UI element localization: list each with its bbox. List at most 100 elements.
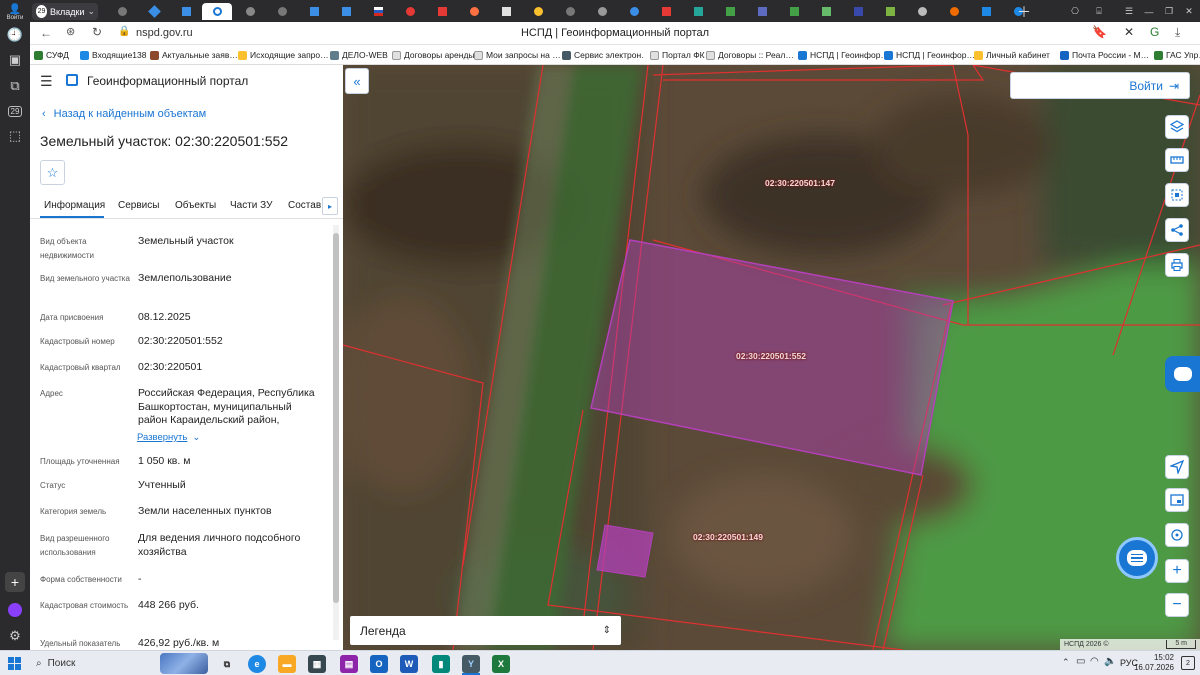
bookmark-item[interactable]: Исходящие запро… xyxy=(238,48,330,62)
geolocation-button[interactable] xyxy=(1165,455,1189,479)
menu-icon[interactable]: ☰ xyxy=(1120,3,1138,20)
explorer-icon[interactable]: ▬ xyxy=(278,655,296,673)
tab-27[interactable] xyxy=(940,3,968,20)
tab-25[interactable] xyxy=(876,3,904,20)
back-link[interactable]: ‹ Назад к найденным объектам xyxy=(42,108,206,120)
address-expand-link[interactable]: Развернуть ⌄ xyxy=(137,432,200,443)
store-icon[interactable]: ▦ xyxy=(308,655,326,673)
parcel-label[interactable]: 02:30:220501:149 xyxy=(693,532,763,542)
bookmark-icon[interactable]: ⬚ xyxy=(5,126,25,146)
map-login-button[interactable]: Войти ⇥ xyxy=(1010,72,1190,99)
tab-12[interactable] xyxy=(460,3,488,20)
bookmark-item[interactable]: Портал ФК xyxy=(650,48,706,62)
tab-18[interactable] xyxy=(652,3,680,20)
downloads-icon[interactable]: ⧉ xyxy=(5,76,25,96)
tab-17[interactable] xyxy=(620,3,648,20)
download-icon[interactable]: ⤓ xyxy=(1175,25,1180,40)
task-view-icon[interactable]: ⧉ xyxy=(218,655,236,673)
tab-13[interactable] xyxy=(492,3,520,20)
history-icon[interactable]: 🕘 xyxy=(5,25,25,45)
settings-icon[interactable]: ⚙ xyxy=(5,626,25,646)
reload-icon[interactable]: ↻ xyxy=(92,25,102,39)
yandex-ext-icon[interactable]: ✕ xyxy=(1124,25,1134,39)
tab-2[interactable] xyxy=(140,3,168,20)
layers-button[interactable] xyxy=(1165,115,1189,139)
scrollbar-thumb[interactable] xyxy=(333,233,339,603)
clock[interactable]: 15:02 16.07.2026 xyxy=(1126,653,1174,673)
tab-22[interactable] xyxy=(780,3,808,20)
tabs-group-button[interactable]: 29 Вкладки ⌄ xyxy=(32,3,98,20)
tab-6[interactable] xyxy=(268,3,296,20)
tab-composition[interactable]: Состав xyxy=(288,200,321,211)
yandex-browser-icon[interactable]: Y xyxy=(462,655,480,673)
chat-side-button[interactable] xyxy=(1165,356,1200,392)
tab-9[interactable] xyxy=(364,3,392,20)
tab-16[interactable] xyxy=(588,3,616,20)
share-button[interactable] xyxy=(1165,218,1189,242)
zoom-in-button[interactable]: + xyxy=(1165,559,1189,583)
bookmark-item[interactable]: Актуальные заяв… xyxy=(150,48,238,62)
tab-7[interactable] xyxy=(300,3,328,20)
tab-28[interactable] xyxy=(972,3,1000,20)
tabs-scroll-right-button[interactable]: ▸ xyxy=(322,197,338,215)
yandex-login-button[interactable]: 👤 Войти xyxy=(5,2,25,22)
tab-services[interactable]: Сервисы xyxy=(118,200,159,211)
tab-11[interactable] xyxy=(428,3,456,20)
tab-21[interactable] xyxy=(748,3,776,20)
legend-dropdown[interactable]: Легенда ⇕ xyxy=(350,616,621,645)
bookmark-page-icon[interactable]: 🔖 xyxy=(1092,25,1107,39)
new-tab-button[interactable]: ＋ xyxy=(1014,3,1034,20)
bookmark-item[interactable]: ДЕЛО-WEB xyxy=(330,48,392,62)
collapse-panel-button[interactable]: « xyxy=(345,68,369,94)
tab-8[interactable] xyxy=(332,3,360,20)
bookmark-item[interactable]: Договоры :: Реал… xyxy=(706,48,798,62)
excel-icon[interactable]: X xyxy=(492,655,510,673)
tab-23[interactable] xyxy=(812,3,840,20)
bookmark-item[interactable]: НСПД | Геоинфор… xyxy=(798,48,888,62)
close-window-icon[interactable]: ✕ xyxy=(1180,3,1198,20)
wifi-icon[interactable]: ◠ xyxy=(1090,656,1099,667)
bookmark-item[interactable]: Входящие138 xyxy=(80,48,150,62)
tab-10[interactable] xyxy=(396,3,424,20)
location-search-button[interactable] xyxy=(1165,523,1189,547)
outlook-icon[interactable]: O xyxy=(370,655,388,673)
taskbar-search[interactable]: ⌕ Поиск xyxy=(30,654,160,673)
bookmark-item[interactable]: Мои запросы на … xyxy=(474,48,562,62)
volume-icon[interactable]: 🔈 xyxy=(1104,656,1116,667)
minimap-button[interactable] xyxy=(1165,488,1189,512)
tab-20[interactable] xyxy=(716,3,744,20)
bookmark-item[interactable]: НСПД | Геоинфор… xyxy=(884,48,974,62)
tab-15[interactable] xyxy=(556,3,584,20)
favorite-button[interactable]: ☆ xyxy=(40,160,65,185)
bookmark-item[interactable]: ГАС Упр… xyxy=(1154,48,1200,62)
notifications-button[interactable]: 2 xyxy=(1181,656,1195,670)
gosuslugi-ext-icon[interactable]: G xyxy=(1150,25,1159,39)
tab-26[interactable] xyxy=(908,3,936,20)
bookmark-tab-icon[interactable]: ⎔ xyxy=(1066,3,1084,20)
bookmark-item[interactable]: СУФД xyxy=(34,48,80,62)
add-panel-icon[interactable]: + xyxy=(5,572,25,592)
restore-icon[interactable]: ❐ xyxy=(1160,3,1178,20)
tray-chevron-icon[interactable]: ⌃ xyxy=(1062,657,1070,668)
edge-icon[interactable]: e xyxy=(248,655,266,673)
tab-parts[interactable]: Части ЗУ xyxy=(230,200,272,211)
tab-3[interactable] xyxy=(172,3,200,20)
ruler-button[interactable] xyxy=(1165,148,1189,172)
shield-icon[interactable]: ⊛ xyxy=(66,25,75,38)
alice-icon[interactable] xyxy=(5,600,25,620)
extensions-icon[interactable]: ⌸ xyxy=(1090,3,1108,20)
tabs-counter-icon[interactable]: 29 xyxy=(5,101,25,121)
word-icon[interactable]: W xyxy=(400,655,418,673)
menu-icon[interactable]: ☰ xyxy=(40,73,53,90)
tab-14[interactable] xyxy=(524,3,552,20)
calendar-icon[interactable]: ▤ xyxy=(340,655,358,673)
map-view[interactable]: 02:30:220501:147 02:30:220501:552 02:30:… xyxy=(343,65,1200,650)
tab-active[interactable] xyxy=(202,3,232,20)
app-icon[interactable]: ▮ xyxy=(432,655,450,673)
start-button[interactable] xyxy=(8,657,21,670)
select-area-button[interactable] xyxy=(1165,183,1189,207)
url-field[interactable]: nspd.gov.ru xyxy=(136,27,193,39)
minimize-icon[interactable]: — xyxy=(1140,3,1158,20)
bookmark-item[interactable]: Договоры аренды… xyxy=(392,48,474,62)
tab-1[interactable] xyxy=(108,3,136,20)
